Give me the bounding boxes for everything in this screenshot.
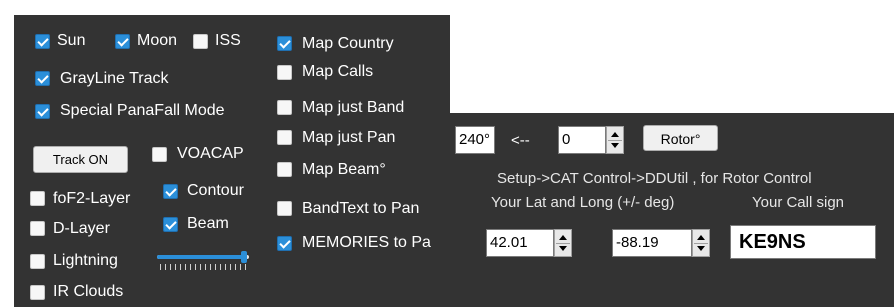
map-country-checkbox[interactable] [277, 36, 292, 51]
contour-checkbox[interactable] [163, 184, 178, 199]
d-layer-checkbox[interactable] [30, 221, 45, 236]
beam-label: Beam [187, 215, 229, 232]
rotor-arrow-label: <-- [511, 132, 530, 149]
fof2-layer-checkbox[interactable] [30, 191, 45, 206]
rotor-offset-input[interactable]: 0 [558, 126, 606, 154]
map-beam-label: Map Beam° [302, 161, 386, 178]
spinner-up-icon[interactable] [697, 235, 705, 240]
sun-checkbox[interactable] [35, 34, 50, 49]
map-beam-checkbox[interactable] [277, 162, 292, 177]
ir-clouds-checkbox[interactable] [30, 285, 45, 300]
spinner-down-icon[interactable] [559, 246, 567, 251]
longitude-spinner[interactable] [692, 229, 710, 257]
track-on-button[interactable]: Track ON [33, 146, 128, 173]
contour-label: Contour [187, 182, 244, 199]
bandtext-to-pan-checkbox[interactable] [277, 201, 292, 216]
spinner-up-icon[interactable] [611, 132, 619, 137]
spinner-down-icon[interactable] [611, 143, 619, 148]
rotor-button[interactable]: Rotor° [643, 125, 718, 151]
ir-clouds-label: IR Clouds [53, 283, 124, 300]
grayline-label: GrayLine Track [60, 70, 169, 87]
spinner-up-icon[interactable] [559, 235, 567, 240]
iss-label: ISS [215, 32, 241, 49]
memories-to-pan-label: MEMORIES to Pa [302, 234, 431, 251]
grayline-checkbox[interactable] [35, 71, 50, 86]
lightning-checkbox[interactable] [30, 254, 45, 269]
latlong-label: Your Lat and Long (+/- deg) [491, 194, 675, 211]
map-just-pan-label: Map just Pan [302, 129, 396, 146]
longitude-input[interactable]: -88.19 [612, 229, 692, 257]
spinner-divider [608, 140, 622, 141]
slider-ticks [160, 264, 246, 270]
spinner-divider [556, 243, 570, 244]
rotor-setup-hint: Setup->CAT Control->DDUtil , for Rotor C… [497, 170, 812, 187]
voacap-label: VOACAP [177, 145, 244, 162]
map-calls-label: Map Calls [302, 63, 374, 80]
sun-label: Sun [57, 32, 86, 49]
panafall-label: Special PanaFall Mode [60, 102, 225, 119]
fof2-layer-label: foF2-Layer [53, 190, 131, 207]
slider-fill [157, 255, 245, 259]
rotor-bearing-field[interactable]: 240° [455, 126, 495, 154]
panafall-checkbox[interactable] [35, 104, 50, 119]
spinner-divider [694, 243, 708, 244]
moon-checkbox[interactable] [115, 34, 130, 49]
spinner-down-icon[interactable] [697, 246, 705, 251]
latitude-spinner[interactable] [554, 229, 572, 257]
latitude-input[interactable]: 42.01 [486, 229, 554, 257]
map-just-band-label: Map just Band [302, 99, 405, 116]
rotor-offset-spinner[interactable] [606, 126, 624, 154]
d-layer-label: D-Layer [53, 220, 110, 237]
iss-checkbox[interactable] [193, 34, 208, 49]
voacap-checkbox[interactable] [152, 147, 167, 162]
map-just-band-checkbox[interactable] [277, 100, 292, 115]
beam-checkbox[interactable] [163, 217, 178, 232]
slider-thumb[interactable] [241, 251, 248, 263]
map-just-pan-checkbox[interactable] [277, 130, 292, 145]
callsign-label: Your Call sign [752, 194, 844, 211]
level-slider[interactable] [157, 255, 249, 259]
map-country-label: Map Country [302, 35, 394, 52]
bandtext-to-pan-label: BandText to Pan [302, 200, 420, 217]
memories-to-pan-checkbox[interactable] [277, 236, 292, 251]
lightning-label: Lightning [53, 252, 118, 269]
callsign-input[interactable]: KE9NS [730, 225, 876, 259]
map-calls-checkbox[interactable] [277, 65, 292, 80]
moon-label: Moon [137, 32, 178, 49]
